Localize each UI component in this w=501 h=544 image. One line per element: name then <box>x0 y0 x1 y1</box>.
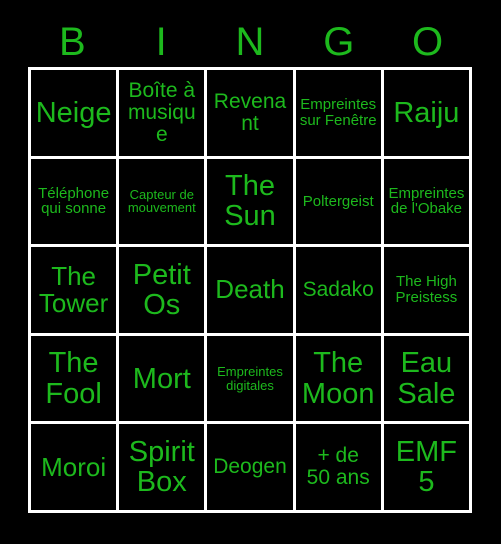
bingo-cell-label: Moroi <box>41 451 107 482</box>
bingo-cell-label: Spirit Box <box>128 436 195 499</box>
bingo-cell[interactable]: Empreintes sur Fenêtre <box>295 70 381 156</box>
bingo-cell[interactable]: Sadako <box>295 247 381 333</box>
bingo-cell-label: Petit Os <box>132 258 191 321</box>
bingo-cell[interactable]: Eau Sale <box>383 335 469 422</box>
bingo-cell[interactable]: The Fool <box>31 335 117 422</box>
header-letter-g: G <box>323 20 355 64</box>
bingo-cell-label: Téléphone qui sonne <box>38 184 110 218</box>
bingo-cell-label: Capteur de mouvement <box>127 186 196 216</box>
bingo-grid: Neige Boîte à musique Revenant Empreintes s… <box>28 67 472 513</box>
bingo-header: B I N G O <box>28 18 472 66</box>
bingo-cell[interactable]: Boîte à musique <box>119 70 205 156</box>
bingo-cell-label: The Tower <box>38 260 109 318</box>
bingo-cell-label: Poltergeist <box>302 192 374 210</box>
bingo-cell[interactable]: Neige <box>31 70 117 156</box>
bingo-cell[interactable]: Capteur de mouvement <box>119 158 205 245</box>
bingo-cell-label: EMF 5 <box>395 436 457 499</box>
header-letter-o: O <box>412 20 444 64</box>
bingo-cell-label: Raiju <box>393 96 460 129</box>
bingo-cell-label: Sadako <box>302 278 374 302</box>
bingo-cell[interactable]: The Moon <box>295 335 381 422</box>
bingo-card: B I N G O Neige Boîte à musique Revenant Em… <box>0 0 501 544</box>
bingo-cell[interactable]: Raiju <box>383 70 469 156</box>
header-letter-n: N <box>235 20 265 64</box>
bingo-cell[interactable]: Empreintes digitales <box>207 335 293 422</box>
bingo-cell-label: Neige <box>35 96 112 129</box>
bingo-cell[interactable]: Revenant <box>207 70 293 156</box>
bingo-cell[interactable]: Deogen <box>207 424 293 510</box>
bingo-cell-label: Eau Sale <box>397 347 456 410</box>
bingo-cell[interactable]: Empreintes de l'Obake <box>383 158 469 245</box>
header-letter-i: I <box>155 20 167 64</box>
bingo-cell-label: Empreintes de l'Obake <box>388 184 465 218</box>
bingo-cell[interactable]: Poltergeist <box>295 158 381 245</box>
bingo-cell[interactable]: EMF 5 <box>383 424 469 510</box>
bingo-cell[interactable]: Moroi <box>31 424 117 510</box>
bingo-cell-label: Revenant <box>213 89 287 135</box>
bingo-cell-label: The Moon <box>301 347 375 410</box>
bingo-cell-label: Boîte à musique <box>127 79 196 146</box>
bingo-cell-label: + de 50 ans <box>306 444 370 490</box>
bingo-cell-label: The High Preistess <box>395 273 458 306</box>
bingo-cell[interactable]: The Tower <box>31 247 117 333</box>
bingo-cell-label: The Sun <box>224 170 276 233</box>
bingo-cell[interactable]: Death <box>207 247 293 333</box>
header-letter-b: B <box>59 20 86 64</box>
bingo-cell-label: Empreintes digitales <box>217 364 283 393</box>
bingo-cell-label: Deogen <box>213 455 287 479</box>
bingo-cell[interactable]: Petit Os <box>119 247 205 333</box>
bingo-cell[interactable]: + de 50 ans <box>295 424 381 510</box>
bingo-cell-label: Empreintes sur Fenêtre <box>299 96 377 129</box>
bingo-cell[interactable]: The High Preistess <box>383 247 469 333</box>
bingo-cell[interactable]: Mort <box>119 335 205 422</box>
bingo-cell-label: Mort <box>132 362 191 395</box>
bingo-cell[interactable]: The Sun <box>207 158 293 245</box>
bingo-cell[interactable]: Téléphone qui sonne <box>31 158 117 245</box>
bingo-cell[interactable]: Spirit Box <box>119 424 205 510</box>
bingo-cell-label: Death <box>215 274 285 305</box>
bingo-cell-label: The Fool <box>45 347 102 410</box>
